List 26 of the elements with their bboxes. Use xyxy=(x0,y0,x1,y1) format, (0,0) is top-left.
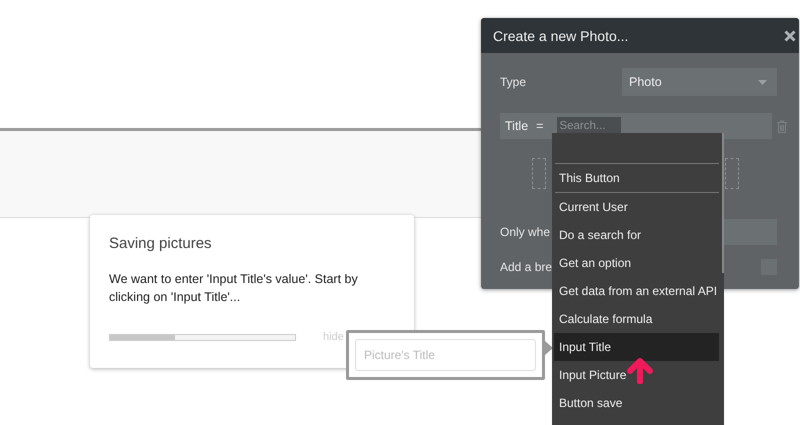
dialog-title: Create a new Photo... xyxy=(493,28,628,44)
equals-sign: = xyxy=(536,119,544,133)
type-label: Type xyxy=(500,75,526,89)
arrow-icon xyxy=(626,358,654,384)
tutorial-title: Saving pictures xyxy=(109,235,213,252)
title-label: Title xyxy=(505,119,528,133)
placeholder-box xyxy=(725,158,739,189)
menu-item[interactable]: Do a search for xyxy=(552,221,724,249)
condition-label: Only whe xyxy=(500,225,550,239)
close-icon[interactable] xyxy=(784,30,796,42)
breakpoint-label: Add a bre xyxy=(500,260,552,274)
caret-icon xyxy=(758,80,767,84)
placeholder-box xyxy=(532,158,546,189)
tutorial-text: We want to enter 'Input Title's value'. Start by clicking on 'Input Title'... xyxy=(109,271,359,306)
trash-icon[interactable] xyxy=(777,120,787,132)
menu-item[interactable]: Get data from an external API xyxy=(552,277,724,305)
type-dropdown[interactable]: Photo xyxy=(622,68,777,96)
input-field[interactable]: Picture's Title xyxy=(355,339,536,371)
menu-item[interactable]: Input Title xyxy=(554,333,719,361)
menu-item[interactable]: Current User xyxy=(555,192,719,221)
menu-item[interactable]: Button save xyxy=(552,389,724,417)
menu-item[interactable]: Get an option xyxy=(552,249,724,277)
scrollbar[interactable] xyxy=(722,133,724,273)
menu-item[interactable]: This Button xyxy=(555,163,719,192)
menu-item[interactable]: Calculate formula xyxy=(552,305,724,333)
menu-item[interactable]: Input Picture xyxy=(552,361,724,389)
